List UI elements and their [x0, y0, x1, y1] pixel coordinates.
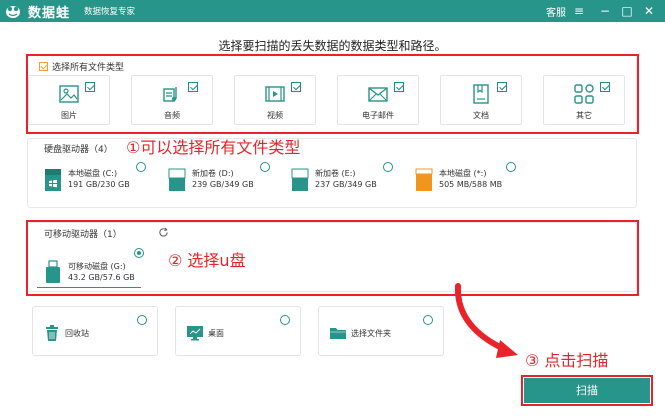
hard-drive-section-label: 硬盘驱动器（4） [44, 145, 113, 155]
windows-drive-icon [45, 169, 61, 191]
title-bar: 数据蛙 数据恢复专家 客服 ≡ − □ ✕ [0, 0, 665, 22]
minimize-icon[interactable]: − [596, 2, 614, 20]
annotation-step3: ③ 点击扫描 [525, 351, 609, 370]
service-link[interactable]: 客服 [546, 4, 566, 19]
drive-icon [415, 168, 433, 191]
folder-icon [330, 328, 346, 339]
location-recycle-bin[interactable]: 回收站 [32, 306, 158, 356]
menu-icon[interactable]: ≡ [570, 2, 588, 20]
annotation-arrow-icon [454, 283, 518, 358]
location-label: 桌面 [208, 329, 224, 338]
location-label: 选择文件夹 [351, 329, 391, 338]
drive-d-radio[interactable] [260, 162, 270, 172]
drive-icon [168, 168, 186, 191]
annotation-step1: ①可以选择所有文件类型 [126, 138, 301, 157]
drive-size: 191 GB/230 GB [68, 180, 130, 189]
app-title: 数据蛙 [28, 6, 71, 21]
drive-name: 本地磁盘 (*:) [439, 169, 487, 178]
annotation-box-removable [26, 220, 639, 296]
drive-c-radio[interactable] [136, 162, 146, 172]
drive-recovery-radio[interactable] [506, 162, 516, 172]
desktop-radio[interactable] [280, 315, 290, 325]
select-folder-radio[interactable] [423, 315, 433, 325]
drive-size: 505 MB/588 MB [439, 180, 503, 189]
recycle-bin-radio[interactable] [137, 315, 147, 325]
annotation-box-scan [521, 375, 653, 406]
drive-name: 本地磁盘 (C:) [68, 169, 118, 178]
annotation-box-file-types [26, 54, 639, 134]
drive-e-radio[interactable] [383, 162, 393, 172]
drive-size: 239 GB/349 GB [192, 180, 254, 189]
location-select-folder[interactable]: 选择文件夹 [318, 306, 444, 356]
drive-size: 237 GB/349 GB [315, 180, 377, 189]
drive-name: 新加卷 (E:) [315, 169, 356, 178]
recycle-bin-icon [46, 325, 58, 341]
desktop-icon [187, 326, 203, 341]
location-desktop[interactable]: 桌面 [175, 306, 301, 356]
drive-icon [291, 168, 309, 191]
app-subtitle: 数据恢复专家 [84, 7, 136, 17]
drive-name: 新加卷 (D:) [192, 169, 234, 178]
location-label: 回收站 [65, 329, 89, 338]
page-headline: 选择要扫描的丢失数据的数据类型和路径。 [218, 39, 447, 53]
frog-logo-icon [6, 6, 20, 18]
close-icon[interactable]: ✕ [640, 2, 658, 20]
restore-icon[interactable]: □ [618, 2, 636, 20]
